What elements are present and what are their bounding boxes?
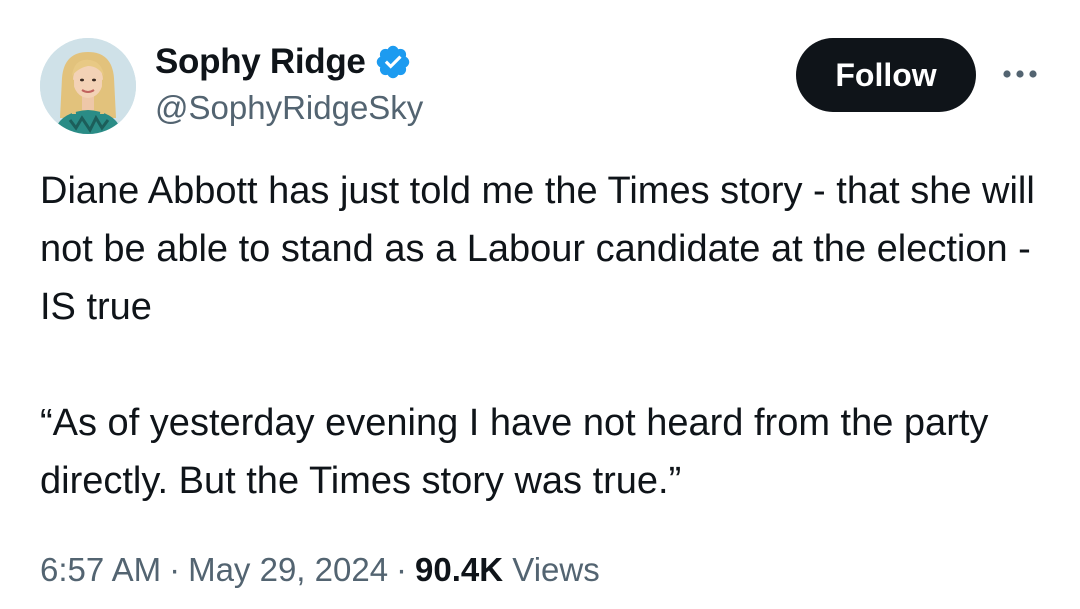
meta-separator: ·	[169, 551, 181, 588]
avatar[interactable]	[40, 38, 136, 134]
tweet-meta: 6:57 AM · May 29, 2024 · 90.4K Views	[40, 548, 600, 592]
tweet-date[interactable]: May 29, 2024	[188, 551, 388, 588]
meta-separator: ·	[396, 551, 408, 588]
tweet-time[interactable]: 6:57 AM	[40, 551, 161, 588]
author-name-row: Sophy Ridge	[155, 40, 412, 84]
more-options-button[interactable]	[998, 58, 1042, 90]
tweet-paragraph: Diane Abbott has just told me the Times …	[40, 170, 1035, 328]
author-handle[interactable]: @SophyRidgeSky	[155, 88, 423, 128]
tweet-paragraph-quote: “As of yesterday evening I have not hear…	[40, 402, 989, 502]
verified-badge-icon[interactable]	[374, 43, 412, 81]
follow-button[interactable]: Follow	[796, 38, 976, 112]
tweet-card: Sophy Ridge @SophyRidgeSky Follow Diane …	[0, 0, 1080, 609]
more-horizontal-icon	[1003, 70, 1037, 78]
views-count[interactable]: 90.4K	[415, 551, 503, 588]
views-label: Views	[512, 551, 600, 588]
author-display-name[interactable]: Sophy Ridge	[155, 40, 366, 84]
tweet-text: Diane Abbott has just told me the Times …	[40, 162, 1040, 510]
